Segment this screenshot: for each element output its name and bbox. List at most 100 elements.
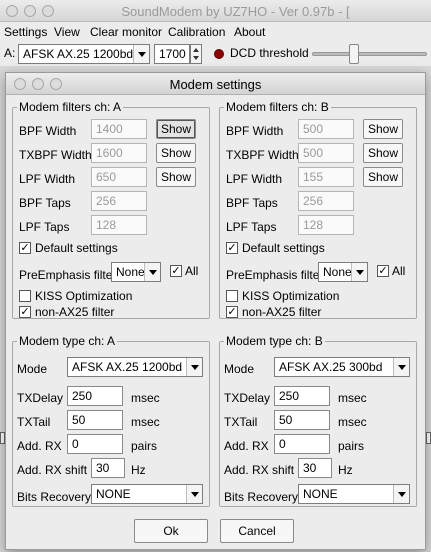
preemphasis-select-b[interactable]: None bbox=[318, 262, 368, 282]
preemphasis-label-b: PreEmphasis filter bbox=[226, 268, 324, 282]
add-rx-shift-input-a[interactable]: 30 bbox=[91, 458, 125, 478]
lpf-taps-input-a[interactable]: 128 bbox=[91, 215, 147, 235]
preemphasis-all-checkbox-a[interactable]: ✓ bbox=[170, 265, 182, 277]
lpf-width-label-a: LPF Width bbox=[19, 172, 76, 186]
menu-calibration[interactable]: Calibration bbox=[168, 25, 225, 39]
mode-label-a: Mode bbox=[17, 362, 48, 376]
preemphasis-value-b: None bbox=[323, 265, 352, 279]
txtail-unit-a: msec bbox=[131, 415, 160, 429]
chevron-down-icon bbox=[186, 358, 202, 376]
bpf-show-button-a[interactable]: Show bbox=[156, 119, 196, 139]
freq-stepper[interactable] bbox=[190, 44, 202, 64]
txdelay-label-b: TXDelay bbox=[224, 391, 271, 405]
menu-bar: Settings View Clear monitor Calibration … bbox=[0, 22, 431, 42]
dcd-threshold-track[interactable] bbox=[312, 52, 427, 56]
txdelay-label-a: TXDelay bbox=[17, 391, 64, 405]
dialog-title-bar: Modem settings bbox=[6, 73, 425, 95]
lpf-show-button-a[interactable]: Show bbox=[156, 167, 196, 187]
main-title-bar: SoundModem by UZ7HO - Ver 0.97b - [ bbox=[0, 0, 431, 22]
add-rx-shift-input-b[interactable]: 30 bbox=[298, 458, 332, 478]
txtail-input-a[interactable]: 50 bbox=[67, 410, 123, 430]
add-rx-input-a[interactable]: 0 bbox=[67, 434, 123, 454]
add-rx-input-b[interactable]: 0 bbox=[274, 434, 330, 454]
add-rx-unit-a: pairs bbox=[131, 439, 158, 453]
txtail-input-b[interactable]: 50 bbox=[274, 410, 330, 430]
preemphasis-all-label-b: All bbox=[392, 264, 406, 278]
modem-type-group-a: Modem type ch: A Mode AFSK AX.25 1200bd … bbox=[12, 334, 210, 507]
mode-select-a[interactable]: AFSK AX.25 1200bd bbox=[67, 357, 203, 377]
preemphasis-all-label-a: All bbox=[185, 264, 199, 278]
txdelay-input-b[interactable]: 250 bbox=[274, 386, 330, 406]
chevron-down-icon bbox=[351, 263, 367, 281]
channel-label: A: bbox=[4, 46, 16, 60]
non-ax25-filter-checkbox-b[interactable]: ✓ bbox=[226, 306, 238, 318]
bpf-taps-input-a[interactable]: 256 bbox=[91, 191, 147, 211]
lpf-width-input-b[interactable]: 155 bbox=[298, 167, 354, 187]
txtail-unit-b: msec bbox=[338, 415, 367, 429]
txtail-label-a: TXTail bbox=[17, 415, 51, 429]
freq-input[interactable]: 1700 bbox=[154, 44, 190, 64]
main-mode-value: AFSK AX.25 1200bd bbox=[23, 47, 134, 61]
filters-group-a-title: Modem filters ch: A bbox=[17, 100, 124, 114]
default-settings-label-a: Default settings bbox=[35, 241, 118, 255]
lpf-taps-input-b[interactable]: 128 bbox=[298, 215, 354, 235]
non-ax25-filter-checkbox-a[interactable]: ✓ bbox=[19, 306, 31, 318]
txtail-label-b: TXTail bbox=[224, 415, 258, 429]
add-rx-shift-unit-b: Hz bbox=[338, 463, 353, 477]
kiss-optimization-label-b: KISS Optimization bbox=[242, 289, 340, 303]
default-settings-checkbox-a[interactable]: ✓ bbox=[19, 242, 31, 254]
preemphasis-value-a: None bbox=[116, 265, 145, 279]
dcd-threshold-label: DCD threshold bbox=[230, 46, 309, 60]
preemphasis-all-checkbox-b[interactable]: ✓ bbox=[377, 265, 389, 277]
bits-recovery-select-b[interactable]: NONE bbox=[298, 484, 410, 504]
preemphasis-select-a[interactable]: None bbox=[111, 262, 161, 282]
main-mode-select[interactable]: AFSK AX.25 1200bd bbox=[18, 44, 150, 64]
txdelay-input-a[interactable]: 250 bbox=[67, 386, 123, 406]
mode-value-a: AFSK AX.25 1200bd bbox=[72, 360, 183, 374]
stepper-down-icon bbox=[193, 56, 199, 60]
txbpf-show-button-b[interactable]: Show bbox=[363, 143, 403, 163]
lpf-width-input-a[interactable]: 650 bbox=[91, 167, 147, 187]
txbpf-show-button-a[interactable]: Show bbox=[156, 143, 196, 163]
ok-button[interactable]: Ok bbox=[134, 519, 208, 543]
stepper-up-icon bbox=[193, 48, 199, 52]
dcd-threshold-slider[interactable] bbox=[348, 44, 359, 64]
add-rx-shift-label-b: Add. RX shift bbox=[224, 463, 295, 477]
bits-recovery-select-a[interactable]: NONE bbox=[91, 484, 203, 504]
menu-settings[interactable]: Settings bbox=[4, 25, 47, 39]
filters-group-a: Modem filters ch: A BPF Width 1400 Show … bbox=[12, 100, 210, 319]
add-rx-shift-label-a: Add. RX shift bbox=[17, 463, 88, 477]
lpf-show-button-b[interactable]: Show bbox=[363, 167, 403, 187]
default-settings-checkbox-b[interactable]: ✓ bbox=[226, 242, 238, 254]
dcd-indicator-led bbox=[214, 49, 224, 59]
bpf-width-input-a[interactable]: 1400 bbox=[91, 119, 147, 139]
menu-view[interactable]: View bbox=[54, 25, 80, 39]
kiss-optimization-checkbox-a[interactable] bbox=[19, 290, 31, 302]
cancel-button[interactable]: Cancel bbox=[220, 519, 294, 543]
bpf-width-input-b[interactable]: 500 bbox=[298, 119, 354, 139]
bpf-width-label-b: BPF Width bbox=[226, 124, 284, 138]
chevron-down-icon bbox=[144, 263, 160, 281]
kiss-optimization-checkbox-b[interactable] bbox=[226, 290, 238, 302]
dialog-title: Modem settings bbox=[169, 77, 262, 92]
non-ax25-filter-label-b: non-AX25 filter bbox=[242, 305, 322, 319]
menu-about[interactable]: About bbox=[234, 25, 265, 39]
modem-settings-dialog: Modem settings Modem filters ch: A BPF W… bbox=[5, 72, 426, 550]
lpf-taps-label-b: LPF Taps bbox=[226, 220, 277, 234]
txbpf-width-label-a: TXBPF Width bbox=[19, 148, 92, 162]
main-window-title: SoundModem by UZ7HO - Ver 0.97b - [ bbox=[121, 4, 350, 19]
bpf-taps-label-a: BPF Taps bbox=[19, 196, 71, 210]
toolbar: A: AFSK AX.25 1200bd 1700 DCD threshold bbox=[0, 42, 431, 66]
txbpf-width-label-b: TXBPF Width bbox=[226, 148, 299, 162]
bpf-show-button-b[interactable]: Show bbox=[363, 119, 403, 139]
bits-recovery-label-b: Bits Recovery bbox=[224, 490, 299, 504]
bpf-taps-input-b[interactable]: 256 bbox=[298, 191, 354, 211]
filters-group-b: Modem filters ch: B BPF Width 500 Show T… bbox=[219, 100, 417, 319]
txbpf-width-input-b[interactable]: 500 bbox=[298, 143, 354, 163]
menu-clear-monitor[interactable]: Clear monitor bbox=[90, 25, 162, 39]
filters-group-b-title: Modem filters ch: B bbox=[224, 100, 331, 114]
kiss-optimization-label-a: KISS Optimization bbox=[35, 289, 133, 303]
mode-select-b[interactable]: AFSK AX.25 300bd bbox=[274, 357, 410, 377]
bits-recovery-value-a: NONE bbox=[96, 487, 131, 501]
txbpf-width-input-a[interactable]: 1600 bbox=[91, 143, 147, 163]
